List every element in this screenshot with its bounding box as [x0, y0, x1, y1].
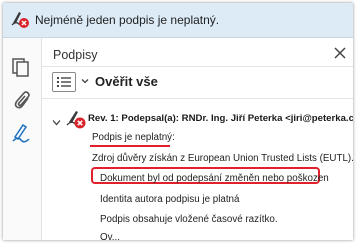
signature-warning-banner: Nejméně jeden podpis je neplatný.	[3, 3, 353, 38]
paperclip-icon[interactable]	[10, 88, 32, 110]
detail-identity-valid: Identita autora podpisu je platná	[100, 194, 240, 205]
pages-icon[interactable]	[10, 56, 32, 78]
signature-pen-icon[interactable]	[10, 122, 32, 144]
header-divider	[42, 66, 353, 67]
options-menu-button[interactable]	[52, 72, 76, 92]
panel-title: Podpisy	[53, 48, 98, 62]
verify-all-button[interactable]: Ověřit vše	[95, 74, 158, 89]
close-icon[interactable]	[334, 47, 346, 59]
signatures-window: Nejméně jeden podpis je neplatný. Podpis…	[3, 3, 353, 240]
list-menu-icon	[57, 77, 71, 87]
highlight-underline	[90, 145, 170, 147]
toolbar-divider	[42, 98, 353, 99]
expand-chevron-icon[interactable]	[52, 118, 61, 127]
signature-revision-title[interactable]: Rev. 1: Podepsal(a): RNDr. Ing. Jiří Pet…	[88, 113, 353, 124]
detail-trust-source: Zdroj důvěry získán z European Union Tru…	[92, 153, 353, 164]
banner-message: Nejméně jeden podpis je neplatný.	[35, 13, 220, 27]
chevron-down-icon[interactable]	[81, 77, 89, 85]
signer-name: RNDr. Ing. Jiří Peterka <jiri@peterka.cz…	[181, 113, 353, 124]
detail-timestamp: Podpis obsahuje vložené časové razítko.	[100, 214, 278, 225]
detail-signature-invalid: Podpis je neplatný:	[92, 132, 175, 143]
invalid-signature-icon	[66, 111, 86, 129]
revision-label: Rev. 1: Podepsal(a):	[88, 113, 179, 124]
invalid-signature-pen-icon	[11, 12, 29, 28]
detail-document-modified: Dokument byl od podepsání změněn nebo po…	[100, 173, 329, 184]
left-navigation-rail	[3, 38, 42, 240]
detail-truncated: Ov...	[100, 232, 120, 240]
